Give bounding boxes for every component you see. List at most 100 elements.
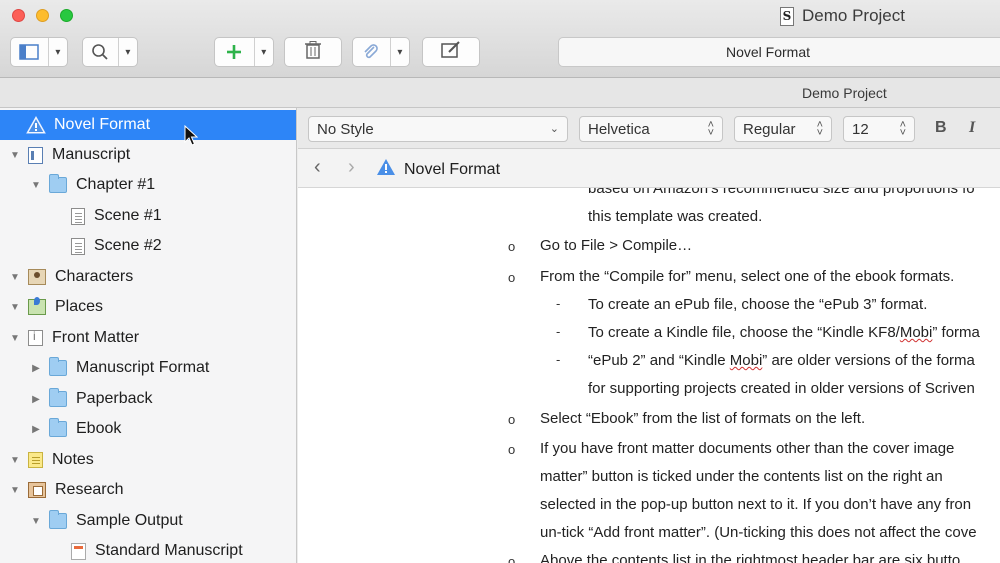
folder-icon <box>49 418 67 437</box>
binder-item-label: Front Matter <box>52 329 140 346</box>
font-weight-select[interactable]: Regular ˄ ˅ <box>734 116 832 142</box>
binder-item-label: Research <box>55 481 124 498</box>
disclosure-expanded-icon[interactable]: ▼ <box>8 272 22 283</box>
warning-icon <box>26 116 46 134</box>
binder-item-paperback[interactable]: ▶ Paperback <box>0 384 297 414</box>
binder-item-places[interactable]: ▼ Places <box>0 292 297 322</box>
binder-item-standard-manuscript[interactable]: Standard Manuscript <box>0 536 297 563</box>
binder-layout-icon <box>11 38 48 66</box>
dash-marker: - <box>556 324 561 339</box>
mouse-pointer-icon <box>184 124 199 147</box>
disclosure-expanded-icon[interactable]: ▼ <box>8 302 22 313</box>
stepper-arrows-icon: ˄ ˅ <box>899 119 906 139</box>
disclosure-expanded-icon[interactable]: ▼ <box>8 455 22 466</box>
view-mode-button[interactable]: ▾ <box>10 37 68 67</box>
warning-icon <box>376 158 396 181</box>
folder-icon <box>49 388 67 407</box>
binder-item-characters[interactable]: ▼ Characters <box>0 262 297 292</box>
manuscript-icon <box>28 146 43 164</box>
minimize-window-button[interactable] <box>36 9 49 22</box>
misspelled-word: Mobi <box>729 352 763 369</box>
format-bar: No Style ⌄ Helvetica ˄ ˅ Regular ˄ ˅ 12 ˄ ˅… <box>298 108 1000 149</box>
binder-item-label: Paperback <box>76 390 153 407</box>
close-window-button[interactable] <box>12 9 25 22</box>
folder-icon <box>49 357 67 376</box>
binder-item-label: Scene #2 <box>94 237 162 254</box>
binder-item-label: Notes <box>52 451 94 468</box>
text-editor[interactable]: based on Amazon’s recommended size and p… <box>298 188 1000 563</box>
text-line: Select “Ebook” from the list of formats … <box>540 410 866 427</box>
editor-header-bar: ‹ › Novel Format <box>298 149 1000 188</box>
text-line: un-tick “Add front matter”. (Un-ticking … <box>540 524 977 541</box>
pdf-icon <box>71 542 86 560</box>
folder-icon <box>49 174 67 193</box>
binder-item-label: Scene #1 <box>94 207 162 224</box>
disclosure-collapsed-icon[interactable]: ▶ <box>29 424 43 435</box>
binder-item-label: Sample Output <box>76 512 183 529</box>
zoom-window-button[interactable] <box>60 9 73 22</box>
binder-item-sample-output[interactable]: ▼ Sample Output <box>0 506 297 536</box>
window-title-text: Demo Project <box>802 6 905 25</box>
chevron-down-icon: ⌄ <box>549 123 559 135</box>
text-line: To create an ePub file, choose the “ePub… <box>588 296 928 313</box>
binder-item-label: Manuscript <box>52 146 131 163</box>
binder-item-chapter-1[interactable]: ▼ Chapter #1 <box>0 170 297 200</box>
back-arrow-icon[interactable]: ‹ <box>314 156 321 179</box>
window-titlebar: S Demo Project ▾ ▾ ▾ ▾ Novel Format <box>0 0 1000 78</box>
notes-icon <box>28 452 43 468</box>
project-document-icon: S <box>780 6 794 26</box>
chevron-down-icon: ▾ <box>117 38 137 66</box>
add-item-button[interactable]: ▾ <box>214 37 274 67</box>
binder-item-label: Chapter #1 <box>76 176 156 193</box>
binder-item-manuscript[interactable]: ▼ Manuscript <box>0 140 297 170</box>
binder-item-scene-1[interactable]: Scene #1 <box>0 201 297 231</box>
disclosure-expanded-icon[interactable]: ▼ <box>8 150 22 161</box>
editor-document-title: Novel Format <box>376 158 500 181</box>
compile-format-label: Novel Format <box>725 44 811 60</box>
binder-item-label: Ebook <box>76 420 122 437</box>
font-size-select[interactable]: 12 ˄ ˅ <box>843 116 915 142</box>
dash-marker: - <box>556 352 561 367</box>
chevron-down-icon: ▾ <box>47 38 67 66</box>
forward-arrow-icon[interactable]: › <box>348 156 355 179</box>
disclosure-expanded-icon[interactable]: ▼ <box>8 333 22 344</box>
places-icon <box>28 297 46 315</box>
text-line: “ePub 2” and “Kindle Mobi” are older ver… <box>588 352 975 369</box>
attachment-button[interactable]: ▾ <box>352 37 410 67</box>
search-button[interactable]: ▾ <box>82 37 138 67</box>
disclosure-collapsed-icon[interactable]: ▶ <box>29 363 43 374</box>
disclosure-collapsed-icon[interactable]: ▶ <box>29 394 43 405</box>
editor-title-text: Novel Format <box>404 160 501 178</box>
bullet-marker: o <box>508 442 516 457</box>
disclosure-expanded-icon[interactable]: ▼ <box>8 485 22 496</box>
compile-format-display[interactable]: Novel Format <box>558 37 1000 67</box>
binder-item-novel-format[interactable]: Novel Format <box>0 110 296 140</box>
disclosure-expanded-icon[interactable]: ▼ <box>29 516 43 527</box>
text-fragment: “ePub 2” and “Kindle <box>588 352 730 369</box>
research-icon <box>28 482 46 498</box>
trash-button[interactable] <box>284 37 342 67</box>
binder-item-scene-2[interactable]: Scene #2 <box>0 231 297 261</box>
italic-button[interactable]: I <box>969 119 975 137</box>
project-subtitle: Demo Project <box>802 85 887 101</box>
text-line: for supporting projects created in older… <box>588 380 975 397</box>
binder-item-ebook[interactable]: ▶ Ebook <box>0 414 297 444</box>
disclosure-expanded-icon[interactable]: ▼ <box>29 180 43 191</box>
search-icon <box>83 38 118 66</box>
bullet-marker: o <box>508 412 516 427</box>
window-title: S Demo Project <box>780 6 905 26</box>
compose-button[interactable] <box>422 37 480 67</box>
text-line: If you have front matter documents other… <box>540 440 955 457</box>
binder-item-notes[interactable]: ▼ Notes <box>0 445 297 475</box>
binder-item-research[interactable]: ▼ Research <box>0 475 297 505</box>
font-family-select[interactable]: Helvetica ˄ ˅ <box>579 116 723 142</box>
font-family-value: Helvetica <box>588 120 650 138</box>
binder-item-front-matter[interactable]: ▼ Front Matter <box>0 323 297 353</box>
paragraph-style-select[interactable]: No Style ⌄ <box>308 116 568 142</box>
misspelled-word: Mobi <box>899 324 933 341</box>
characters-icon <box>28 269 46 285</box>
binder-item-manuscript-format[interactable]: ▶ Manuscript Format <box>0 353 297 383</box>
bold-button[interactable]: B <box>935 119 947 137</box>
binder-item-label: Places <box>55 298 104 315</box>
text-fragment: To create a Kindle file, choose the “Kin… <box>588 324 900 341</box>
